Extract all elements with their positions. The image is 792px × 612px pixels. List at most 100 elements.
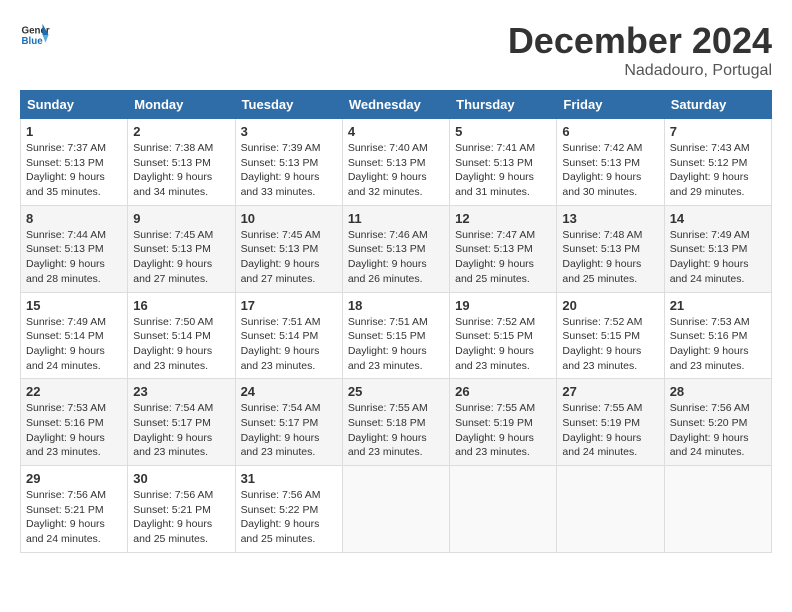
sunrise-text: Sunrise: 7:49 AM xyxy=(26,316,106,328)
logo: General Blue xyxy=(20,20,50,50)
sunrise-text: Sunrise: 7:55 AM xyxy=(455,402,535,414)
sunrise-text: Sunrise: 7:37 AM xyxy=(26,142,106,154)
day-number: 19 xyxy=(455,298,551,313)
day-info: Sunrise: 7:51 AMSunset: 5:15 PMDaylight:… xyxy=(348,315,444,374)
day-info: Sunrise: 7:44 AMSunset: 5:13 PMDaylight:… xyxy=(26,228,122,287)
sunset-text: Sunset: 5:20 PM xyxy=(670,417,748,429)
sunset-text: Sunset: 5:13 PM xyxy=(670,243,748,255)
daylight-text: Daylight: 9 hours and 25 minutes. xyxy=(562,258,641,285)
table-cell: 23 Sunrise: 7:54 AMSunset: 5:17 PMDayligh… xyxy=(128,379,235,466)
table-cell: 22Sunrise: 7:53 AMSunset: 5:16 PMDayligh… xyxy=(21,379,128,466)
sunrise-text: Sunrise: 7:41 AM xyxy=(455,142,535,154)
table-cell xyxy=(664,466,771,553)
day-number: 15 xyxy=(26,298,122,313)
day-number: 20 xyxy=(562,298,658,313)
day-info: Sunrise: 7:56 AMSunset: 5:21 PMDaylight:… xyxy=(133,488,229,547)
day-number: 28 xyxy=(670,384,766,399)
sunset-text: Sunset: 5:13 PM xyxy=(241,243,319,255)
sunset-text: Sunset: 5:14 PM xyxy=(26,330,104,342)
sunrise-text: Sunrise: 7:39 AM xyxy=(241,142,321,154)
table-cell: 16Sunrise: 7:50 AMSunset: 5:14 PMDayligh… xyxy=(128,292,235,379)
col-sunday: Sunday xyxy=(21,91,128,119)
sunset-text: Sunset: 5:16 PM xyxy=(670,330,748,342)
table-cell: 25Sunrise: 7:55 AMSunset: 5:18 PMDayligh… xyxy=(342,379,449,466)
sunset-text: Sunset: 5:13 PM xyxy=(455,243,533,255)
sunrise-text: Sunrise: 7:56 AM xyxy=(670,402,750,414)
table-cell: 3Sunrise: 7:39 AMSunset: 5:13 PMDaylight… xyxy=(235,119,342,206)
day-number: 24 xyxy=(241,384,337,399)
table-cell: 2Sunrise: 7:38 AMSunset: 5:13 PMDaylight… xyxy=(128,119,235,206)
day-info: Sunrise: 7:46 AMSunset: 5:13 PMDaylight:… xyxy=(348,228,444,287)
daylight-text: Daylight: 9 hours and 23 minutes. xyxy=(26,432,105,459)
col-friday: Friday xyxy=(557,91,664,119)
day-info: Sunrise: 7:37 AMSunset: 5:13 PMDaylight:… xyxy=(26,141,122,200)
sunset-text: Sunset: 5:19 PM xyxy=(455,417,533,429)
table-cell: 12Sunrise: 7:47 AMSunset: 5:13 PMDayligh… xyxy=(450,205,557,292)
table-row: 29Sunrise: 7:56 AMSunset: 5:21 PMDayligh… xyxy=(21,466,772,553)
sunset-text: Sunset: 5:13 PM xyxy=(562,243,640,255)
table-cell: 7Sunrise: 7:43 AMSunset: 5:12 PMDaylight… xyxy=(664,119,771,206)
day-number: 1 xyxy=(26,124,122,139)
sunrise-text: Sunrise: 7:56 AM xyxy=(26,489,106,501)
table-cell: 28Sunrise: 7:56 AMSunset: 5:20 PMDayligh… xyxy=(664,379,771,466)
daylight-text: Daylight: 9 hours and 23 minutes. xyxy=(348,432,427,459)
table-cell: 10 Sunrise: 7:45 AMSunset: 5:13 PMDayligh… xyxy=(235,205,342,292)
day-info: Sunrise: 7:54 AMSunset: 5:17 PMDaylight:… xyxy=(133,401,229,460)
day-info: Sunrise: 7:41 AMSunset: 5:13 PMDaylight:… xyxy=(455,141,551,200)
day-info: Sunrise: 7:56 AMSunset: 5:22 PMDaylight:… xyxy=(241,488,337,547)
sunset-text: Sunset: 5:17 PM xyxy=(241,417,319,429)
daylight-text: Daylight: 9 hours and 30 minutes. xyxy=(562,171,641,198)
sunrise-text: Sunrise: 7:46 AM xyxy=(348,229,428,241)
sunset-text: Sunset: 5:13 PM xyxy=(133,243,211,255)
table-cell: 24Sunrise: 7:54 AMSunset: 5:17 PMDayligh… xyxy=(235,379,342,466)
day-number: 21 xyxy=(670,298,766,313)
location-subtitle: Nadadouro, Portugal xyxy=(508,62,772,80)
daylight-text: Daylight: 9 hours and 23 minutes. xyxy=(348,345,427,372)
day-number: 27 xyxy=(562,384,658,399)
day-info: Sunrise: 7:50 AMSunset: 5:14 PMDaylight:… xyxy=(133,315,229,374)
sunrise-text: Sunrise: 7:48 AM xyxy=(562,229,642,241)
day-info: Sunrise: 7:49 AMSunset: 5:13 PMDaylight:… xyxy=(670,228,766,287)
day-number: 9 xyxy=(133,211,229,226)
sunset-text: Sunset: 5:14 PM xyxy=(241,330,319,342)
sunset-text: Sunset: 5:12 PM xyxy=(670,157,748,169)
daylight-text: Daylight: 9 hours and 27 minutes. xyxy=(133,258,212,285)
sunset-text: Sunset: 5:15 PM xyxy=(455,330,533,342)
daylight-text: Daylight: 9 hours and 24 minutes. xyxy=(562,432,641,459)
sunrise-text: Sunrise: 7:50 AM xyxy=(133,316,213,328)
sunset-text: Sunset: 5:14 PM xyxy=(133,330,211,342)
table-cell: 30 Sunrise: 7:56 AMSunset: 5:21 PMDayligh… xyxy=(128,466,235,553)
sunset-text: Sunset: 5:13 PM xyxy=(562,157,640,169)
table-cell: 20Sunrise: 7:52 AMSunset: 5:15 PMDayligh… xyxy=(557,292,664,379)
day-number: 14 xyxy=(670,211,766,226)
day-number: 25 xyxy=(348,384,444,399)
day-info: Sunrise: 7:45 AMSunset: 5:13 PMDaylight:… xyxy=(241,228,337,287)
table-row: 22Sunrise: 7:53 AMSunset: 5:16 PMDayligh… xyxy=(21,379,772,466)
sunset-text: Sunset: 5:13 PM xyxy=(455,157,533,169)
table-cell xyxy=(342,466,449,553)
table-cell: 26Sunrise: 7:55 AMSunset: 5:19 PMDayligh… xyxy=(450,379,557,466)
sunset-text: Sunset: 5:17 PM xyxy=(133,417,211,429)
day-info: Sunrise: 7:45 AM Sunset: 5:13 PM Daylight:… xyxy=(133,228,229,287)
daylight-text: Daylight: 9 hours and 25 minutes. xyxy=(133,518,212,545)
sunrise-text: Sunrise: 7:53 AM xyxy=(670,316,750,328)
day-number: 23 xyxy=(133,384,229,399)
sunrise-text: Sunrise: 7:56 AM xyxy=(241,489,321,501)
table-cell xyxy=(557,466,664,553)
table-cell: 19Sunrise: 7:52 AMSunset: 5:15 PMDayligh… xyxy=(450,292,557,379)
table-cell xyxy=(450,466,557,553)
col-wednesday: Wednesday xyxy=(342,91,449,119)
sunrise-text: Sunrise: 7:56 AM xyxy=(133,489,213,501)
col-saturday: Saturday xyxy=(664,91,771,119)
day-number: 30 xyxy=(133,471,229,486)
daylight-text: Daylight: 9 hours and 23 minutes. xyxy=(241,345,320,372)
sunrise-text: Sunrise: 7:45 AM xyxy=(133,229,213,241)
day-number: 26 xyxy=(455,384,551,399)
day-info: Sunrise: 7:49 AMSunset: 5:14 PMDaylight:… xyxy=(26,315,122,374)
day-number: 11 xyxy=(348,211,444,226)
sunrise-text: Sunrise: 7:49 AM xyxy=(670,229,750,241)
sunset-text: Sunset: 5:22 PM xyxy=(241,504,319,516)
col-thursday: Thursday xyxy=(450,91,557,119)
day-number: 10 xyxy=(241,211,337,226)
sunset-text: Sunset: 5:13 PM xyxy=(26,157,104,169)
